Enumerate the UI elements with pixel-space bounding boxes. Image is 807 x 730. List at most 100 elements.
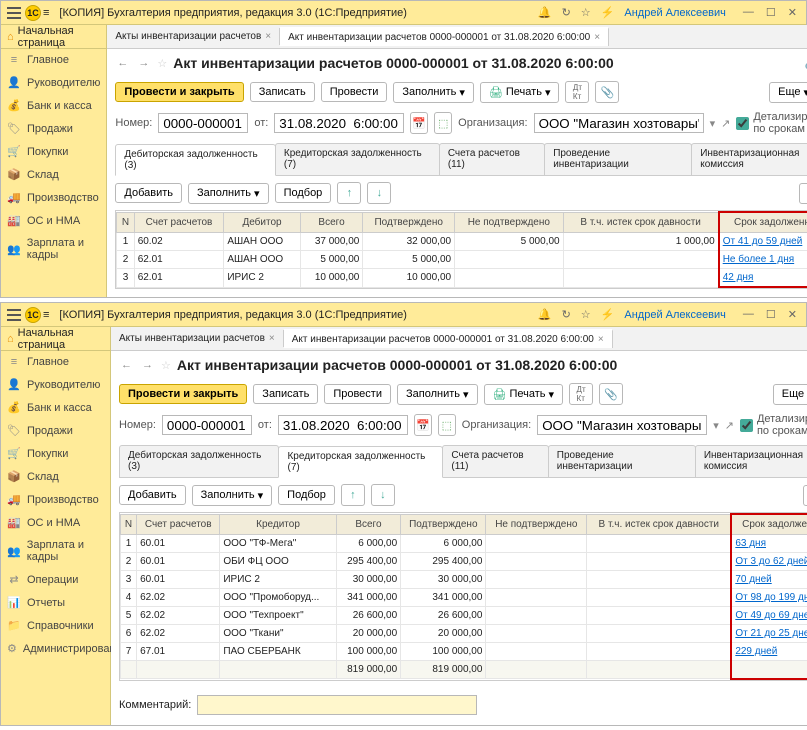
close-icon[interactable]: ✕: [785, 308, 800, 321]
forward-icon[interactable]: →: [140, 359, 155, 371]
comment-input[interactable]: [197, 695, 477, 715]
back-icon[interactable]: ←: [119, 359, 134, 371]
tab-close-icon[interactable]: ×: [598, 334, 604, 345]
tab-close-icon[interactable]: ×: [594, 32, 600, 43]
fill-rows-button[interactable]: Заполнить ▾: [188, 183, 269, 204]
tab-list[interactable]: Акты инвентаризации расчетов×: [111, 330, 284, 347]
col-acc[interactable]: Счет расчетов: [137, 514, 220, 535]
term-link[interactable]: 63 дня: [735, 538, 766, 549]
calendar-icon[interactable]: 📅: [414, 414, 432, 436]
tab-credit[interactable]: Кредиторская задолженность (7): [275, 143, 440, 175]
settings-icon[interactable]: ⚡: [601, 308, 615, 321]
term-link[interactable]: От 21 до 25 дней: [735, 628, 807, 639]
post-button[interactable]: Провести: [324, 384, 391, 404]
post-button[interactable]: Провести: [321, 82, 388, 102]
col-n[interactable]: N: [117, 212, 134, 233]
history-icon[interactable]: ↻: [562, 308, 571, 321]
sidebar-item-ops[interactable]: ⇄Операции: [1, 568, 110, 591]
detail-checkbox[interactable]: Детализировать по срокам: [736, 111, 807, 135]
tab-credit[interactable]: Кредиторская задолженность (7): [278, 446, 443, 478]
settings-icon[interactable]: ⚡: [601, 6, 615, 19]
maximize-icon[interactable]: ☐: [763, 6, 779, 19]
term-link[interactable]: От 3 до 62 дней: [735, 556, 807, 567]
star-icon[interactable]: ☆: [581, 308, 591, 321]
tab-debit[interactable]: Дебиторская задолженность (3): [115, 144, 275, 176]
table-row[interactable]: 362.01ИРИС 210 000,0010 000,0042 дня: [117, 269, 807, 288]
pick-button[interactable]: Подбор: [275, 183, 332, 203]
star-icon[interactable]: ☆: [581, 6, 591, 19]
table-row[interactable]: 562.02ООО "Техпроект"26 600,0026 600,00О…: [121, 607, 807, 625]
term-link[interactable]: От 98 до 199 дней: [735, 592, 807, 603]
more-rows-button[interactable]: Еще ▾: [803, 485, 807, 506]
attach-icon[interactable]: 📎: [595, 81, 619, 103]
favorite-icon[interactable]: ☆: [161, 359, 171, 372]
col-expired[interactable]: В т.ч. истек срок давности: [563, 212, 719, 233]
org-input[interactable]: [537, 415, 707, 435]
sidebar-item-stock[interactable]: 📦Склад: [1, 163, 106, 186]
sidebar-item-purchases[interactable]: 🛒Покупки: [1, 140, 106, 163]
tab-commission[interactable]: Инвентаризационная комиссия: [691, 143, 807, 175]
sidebar-item-sales[interactable]: 🏷Продажи: [1, 117, 106, 140]
tab-commission[interactable]: Инвентаризационная комиссия: [695, 445, 807, 477]
more-rows-button[interactable]: Еще ▾: [799, 183, 807, 204]
move-up-icon[interactable]: ↑: [341, 484, 365, 506]
history-icon[interactable]: ↻: [562, 6, 571, 19]
col-term[interactable]: Срок задолженности: [719, 212, 807, 233]
hamburger-icon[interactable]: [7, 7, 21, 19]
tab-close-icon[interactable]: ×: [265, 31, 271, 42]
col-acc[interactable]: Счет расчетов: [134, 212, 224, 233]
open-icon[interactable]: ↗: [725, 419, 734, 432]
fill-rows-button[interactable]: Заполнить ▾: [192, 485, 273, 506]
move-up-icon[interactable]: ↑: [337, 182, 361, 204]
sidebar-item-admin[interactable]: ⚙Администрирование: [1, 637, 110, 660]
detail-checkbox[interactable]: Детализировать по срокам: [740, 413, 807, 437]
calendar-icon[interactable]: 📅: [410, 112, 428, 134]
sidebar-item-purchases[interactable]: 🛒Покупки: [1, 442, 110, 465]
org-chart-icon[interactable]: ⬚: [438, 414, 456, 436]
term-link[interactable]: От 41 до 59 дней: [723, 236, 803, 247]
sidebar-item-reports[interactable]: 📊Отчеты: [1, 591, 110, 614]
print-button[interactable]: 🖨 Печать ▾: [484, 384, 564, 405]
minimize-icon[interactable]: —: [740, 6, 757, 19]
term-link[interactable]: От 49 до 69 дней: [735, 610, 807, 621]
tab-close-icon[interactable]: ×: [269, 333, 275, 344]
number-input[interactable]: [158, 113, 248, 133]
sidebar-item-production[interactable]: 🚚Производство: [1, 488, 110, 511]
sidebar-item-salary[interactable]: 👥Зарплата и кадры: [1, 232, 106, 266]
user-label[interactable]: Андрей Алексеевич: [624, 309, 726, 321]
date-input[interactable]: [278, 415, 408, 435]
tab-inventory[interactable]: Проведение инвентаризации: [544, 143, 692, 175]
sidebar-item-os[interactable]: 🏭ОС и НМА: [1, 511, 110, 534]
number-input[interactable]: [162, 415, 252, 435]
col-debtor[interactable]: Дебитор: [224, 212, 300, 233]
sidebar-item-stock[interactable]: 📦Склад: [1, 465, 110, 488]
sidebar-item-production[interactable]: 🚚Производство: [1, 186, 106, 209]
close-icon[interactable]: ✕: [785, 6, 800, 19]
fill-button[interactable]: Заполнить ▾: [397, 384, 478, 405]
tab-document[interactable]: Акт инвентаризации расчетов 0000-000001 …: [280, 27, 609, 46]
table-row[interactable]: 160.01ООО "ТФ-Мега"6 000,006 000,0063 дн…: [121, 535, 807, 553]
post-close-button[interactable]: Провести и закрыть: [119, 384, 247, 404]
print-button[interactable]: 🖨 Печать ▾: [480, 82, 560, 103]
bell-icon[interactable]: 🔔: [538, 6, 552, 19]
add-button[interactable]: Добавить: [119, 485, 186, 505]
table-row[interactable]: 360.01ИРИС 230 000,0030 000,0070 дней: [121, 571, 807, 589]
move-down-icon[interactable]: ↓: [367, 182, 391, 204]
maximize-icon[interactable]: ☐: [763, 308, 779, 321]
sidebar-item-sales[interactable]: 🏷Продажи: [1, 419, 110, 442]
table-row[interactable]: 160.02АШАН ООО37 000,0032 000,005 000,00…: [117, 233, 807, 251]
sidebar-item-bank[interactable]: 💰Банк и касса: [1, 94, 106, 117]
table-row[interactable]: 662.02ООО "Ткани"20 000,0020 000,00От 21…: [121, 625, 807, 643]
fill-button[interactable]: Заполнить ▾: [393, 82, 474, 103]
move-down-icon[interactable]: ↓: [371, 484, 395, 506]
term-link[interactable]: 42 дня: [723, 272, 754, 283]
more-button[interactable]: Еще ▾: [773, 384, 807, 405]
sidebar-item-manager[interactable]: 👤Руководителю: [1, 71, 106, 94]
bell-icon[interactable]: 🔔: [538, 308, 552, 321]
tab-debit[interactable]: Дебиторская задолженность (3): [119, 445, 279, 477]
term-link[interactable]: Не более 1 дня: [723, 254, 794, 265]
col-n[interactable]: N: [121, 514, 137, 535]
add-button[interactable]: Добавить: [115, 183, 182, 203]
tab-accounts[interactable]: Счета расчетов (11): [439, 143, 545, 175]
term-link[interactable]: 70 дней: [735, 574, 771, 585]
